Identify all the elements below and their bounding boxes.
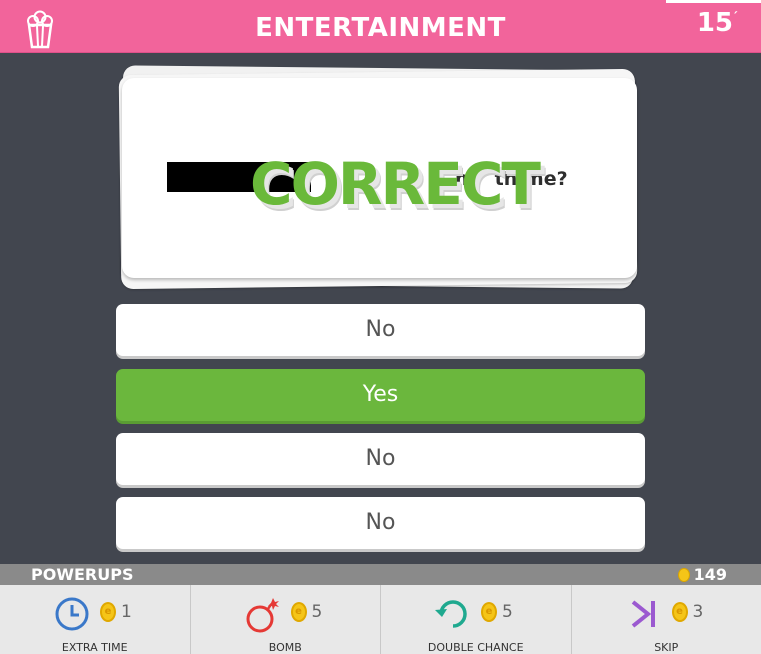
top-edge-tab bbox=[666, 0, 761, 3]
powerup-cost: 5 bbox=[502, 602, 513, 622]
answer-button-1[interactable]: No bbox=[116, 304, 645, 356]
coin-icon: e bbox=[290, 602, 307, 622]
correct-feedback: CORRECT bbox=[250, 150, 541, 218]
coin-icon: e bbox=[671, 602, 688, 622]
bomb-icon bbox=[246, 598, 279, 633]
powerup-cost: 3 bbox=[692, 602, 704, 622]
coin-balance-value: 149 bbox=[693, 565, 727, 584]
powerup-bomb[interactable]: e 5 BOMB bbox=[191, 585, 381, 654]
powerups-title: POWERUPS bbox=[31, 565, 134, 584]
category-title: ENTERTAINMENT bbox=[255, 13, 506, 43]
timer-suffix: ´ bbox=[732, 10, 738, 24]
powerup-label: DOUBLE CHANCE bbox=[427, 641, 524, 654]
countdown-timer: 15 bbox=[696, 8, 733, 38]
powerup-cost: 5 bbox=[311, 602, 323, 622]
powerup-label: SKIP bbox=[654, 641, 679, 654]
coin-icon: e bbox=[481, 602, 497, 622]
powerups-row: e 1 EXTRA TIME e 5 BOMB e 5 DOUBLE CHANC… bbox=[0, 585, 761, 654]
coin-icon: e bbox=[100, 602, 116, 622]
answer-button-4[interactable]: No bbox=[116, 497, 645, 549]
powerup-double-chance[interactable]: e 5 DOUBLE CHANCE bbox=[381, 585, 572, 654]
clock-icon bbox=[55, 597, 89, 631]
answer-button-3[interactable]: No bbox=[116, 433, 645, 485]
powerups-bar: POWERUPS 149 bbox=[0, 564, 761, 585]
skip-icon bbox=[631, 600, 655, 628]
double-chance-icon bbox=[435, 600, 467, 628]
category-header: ENTERTAINMENT 15 ´ bbox=[0, 0, 761, 53]
powerup-extra-time[interactable]: e 1 EXTRA TIME bbox=[0, 585, 191, 654]
powerup-skip[interactable]: e 3 SKIP bbox=[572, 585, 761, 654]
powerup-cost: 1 bbox=[121, 602, 132, 622]
powerup-label: BOMB bbox=[268, 641, 302, 654]
answer-button-2[interactable]: Yes bbox=[116, 369, 645, 421]
powerup-label: EXTRA TIME bbox=[61, 641, 128, 654]
coin-balance: 149 bbox=[677, 565, 727, 584]
coin-icon bbox=[677, 568, 690, 582]
